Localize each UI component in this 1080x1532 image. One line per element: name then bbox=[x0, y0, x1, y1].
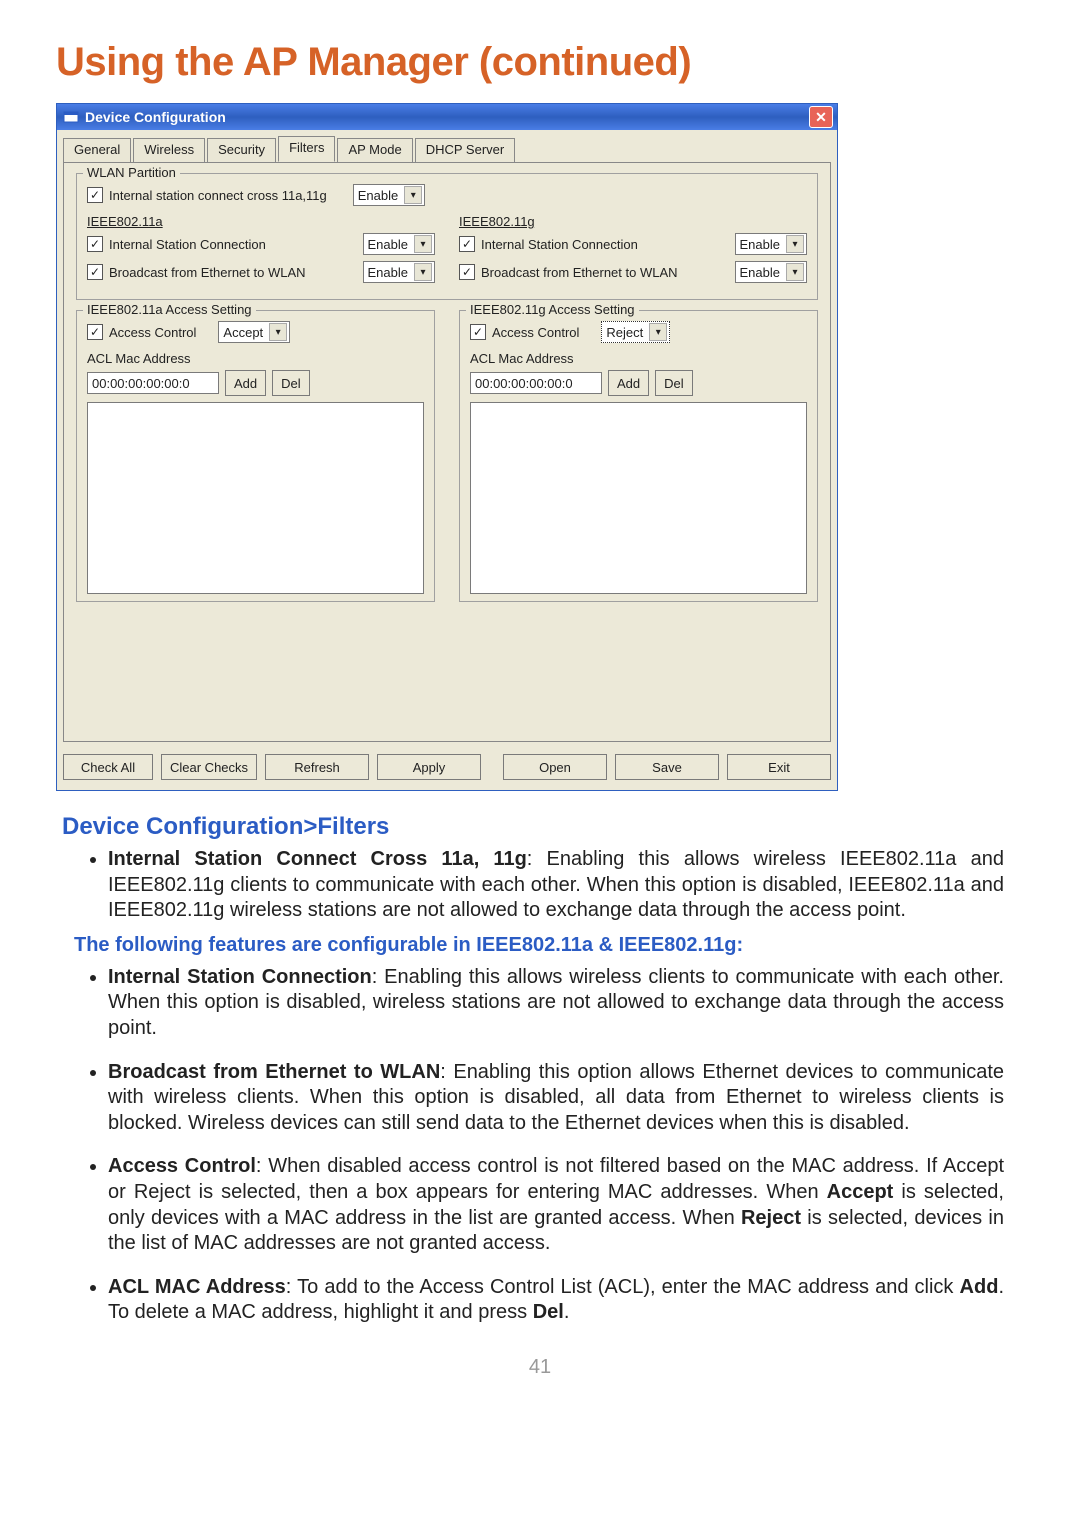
ieee11g-acl-list[interactable] bbox=[470, 402, 807, 594]
tab-ap-mode[interactable]: AP Mode bbox=[337, 138, 412, 163]
chevron-down-icon: ▾ bbox=[269, 323, 287, 341]
ieee11a-isc-select[interactable]: Enable▾ bbox=[363, 233, 435, 255]
ieee11a-access-legend: IEEE802.11a Access Setting bbox=[83, 302, 256, 317]
ieee11g-bcast-select[interactable]: Enable▾ bbox=[735, 261, 807, 283]
ieee11a-add-button[interactable]: Add bbox=[225, 370, 266, 396]
ieee11g-bcast-checkbox[interactable]: ✓ bbox=[459, 264, 475, 280]
wlan-partition-group: WLAN Partition ✓ Internal station connec… bbox=[76, 173, 818, 300]
ieee11g-access-group: IEEE802.11g Access Setting ✓ Access Cont… bbox=[459, 310, 818, 602]
ieee11a-isc-checkbox[interactable]: ✓ bbox=[87, 236, 103, 252]
ieee11a-bcast-checkbox[interactable]: ✓ bbox=[87, 264, 103, 280]
ieee11a-acl-list[interactable] bbox=[87, 402, 424, 594]
ieee11g-isc-checkbox[interactable]: ✓ bbox=[459, 236, 475, 252]
section-heading: Device Configuration>Filters bbox=[62, 813, 1024, 841]
chevron-down-icon: ▾ bbox=[404, 186, 422, 204]
ieee11g-bcast-label: Broadcast from Ethernet to WLAN bbox=[481, 265, 729, 280]
bullet-isc: Internal Station Connection: Enabling th… bbox=[108, 965, 1004, 1042]
refresh-button[interactable]: Refresh bbox=[265, 754, 369, 780]
ieee11a-bcast-label: Broadcast from Ethernet to WLAN bbox=[109, 265, 357, 280]
page-number: 41 bbox=[56, 1356, 1024, 1379]
bullet-broadcast: Broadcast from Ethernet to WLAN: Enablin… bbox=[108, 1060, 1004, 1137]
bullet-cross: Internal Station Connect Cross 11a, 11g:… bbox=[108, 847, 1004, 924]
chevron-down-icon: ▾ bbox=[414, 263, 432, 281]
ieee11a-access-select[interactable]: Accept▾ bbox=[218, 321, 290, 343]
bullet-access-control: Access Control: When disabled access con… bbox=[108, 1154, 1004, 1256]
ieee11a-acl-label: ACL Mac Address bbox=[87, 351, 424, 366]
check-all-button[interactable]: Check All bbox=[63, 754, 153, 780]
clear-checks-button[interactable]: Clear Checks bbox=[161, 754, 257, 780]
ieee11a-acl-input[interactable]: 00:00:00:00:00:0 bbox=[87, 372, 219, 394]
dialog-titlebar: Device Configuration ✕ bbox=[57, 104, 837, 130]
cross-select[interactable]: Enable▾ bbox=[353, 184, 425, 206]
bullet-acl-mac: ACL MAC Address: To add to the Access Co… bbox=[108, 1275, 1004, 1326]
ieee11g-del-button[interactable]: Del bbox=[655, 370, 693, 396]
window-icon bbox=[63, 109, 79, 125]
ieee11a-del-button[interactable]: Del bbox=[272, 370, 310, 396]
ieee11g-access-checkbox[interactable]: ✓ bbox=[470, 324, 486, 340]
tab-general[interactable]: General bbox=[63, 138, 131, 163]
save-button[interactable]: Save bbox=[615, 754, 719, 780]
ieee11g-access-label: Access Control bbox=[492, 325, 579, 340]
dialog-tabstrip: General Wireless Security Filters AP Mod… bbox=[63, 136, 831, 163]
ieee11g-heading: IEEE802.11g bbox=[459, 214, 807, 229]
tab-filters[interactable]: Filters bbox=[278, 136, 335, 162]
chevron-down-icon: ▾ bbox=[414, 235, 432, 253]
tab-security[interactable]: Security bbox=[207, 138, 276, 163]
wlan-partition-legend: WLAN Partition bbox=[83, 165, 180, 180]
tab-wireless[interactable]: Wireless bbox=[133, 138, 205, 163]
cross-checkbox[interactable]: ✓ bbox=[87, 187, 103, 203]
close-icon[interactable]: ✕ bbox=[809, 106, 833, 128]
ieee11g-acl-label: ACL Mac Address bbox=[470, 351, 807, 366]
ieee11a-bcast-select[interactable]: Enable▾ bbox=[363, 261, 435, 283]
ieee11g-acl-input[interactable]: 00:00:00:00:00:0 bbox=[470, 372, 602, 394]
dialog-title: Device Configuration bbox=[85, 109, 226, 125]
cross-label: Internal station connect cross 11a,11g bbox=[109, 188, 327, 203]
note-heading: The following features are configurable … bbox=[74, 934, 1024, 957]
tab-dhcp-server[interactable]: DHCP Server bbox=[415, 138, 516, 163]
ieee11g-isc-select[interactable]: Enable▾ bbox=[735, 233, 807, 255]
ieee11a-access-group: IEEE802.11a Access Setting ✓ Access Cont… bbox=[76, 310, 435, 602]
apply-button[interactable]: Apply bbox=[377, 754, 481, 780]
open-button[interactable]: Open bbox=[503, 754, 607, 780]
device-config-dialog: Device Configuration ✕ General Wireless … bbox=[56, 103, 838, 791]
chevron-down-icon: ▾ bbox=[786, 235, 804, 253]
ieee11g-access-legend: IEEE802.11g Access Setting bbox=[466, 302, 639, 317]
page-title: Using the AP Manager (continued) bbox=[56, 40, 1024, 85]
chevron-down-icon: ▾ bbox=[786, 263, 804, 281]
ieee11g-isc-label: Internal Station Connection bbox=[481, 237, 729, 252]
ieee11g-add-button[interactable]: Add bbox=[608, 370, 649, 396]
ieee11a-access-label: Access Control bbox=[109, 325, 196, 340]
ieee11g-access-select[interactable]: Reject▾ bbox=[601, 321, 670, 343]
chevron-down-icon: ▾ bbox=[649, 323, 667, 341]
exit-button[interactable]: Exit bbox=[727, 754, 831, 780]
ieee11a-isc-label: Internal Station Connection bbox=[109, 237, 357, 252]
ieee11a-heading: IEEE802.11a bbox=[87, 214, 435, 229]
ieee11a-access-checkbox[interactable]: ✓ bbox=[87, 324, 103, 340]
